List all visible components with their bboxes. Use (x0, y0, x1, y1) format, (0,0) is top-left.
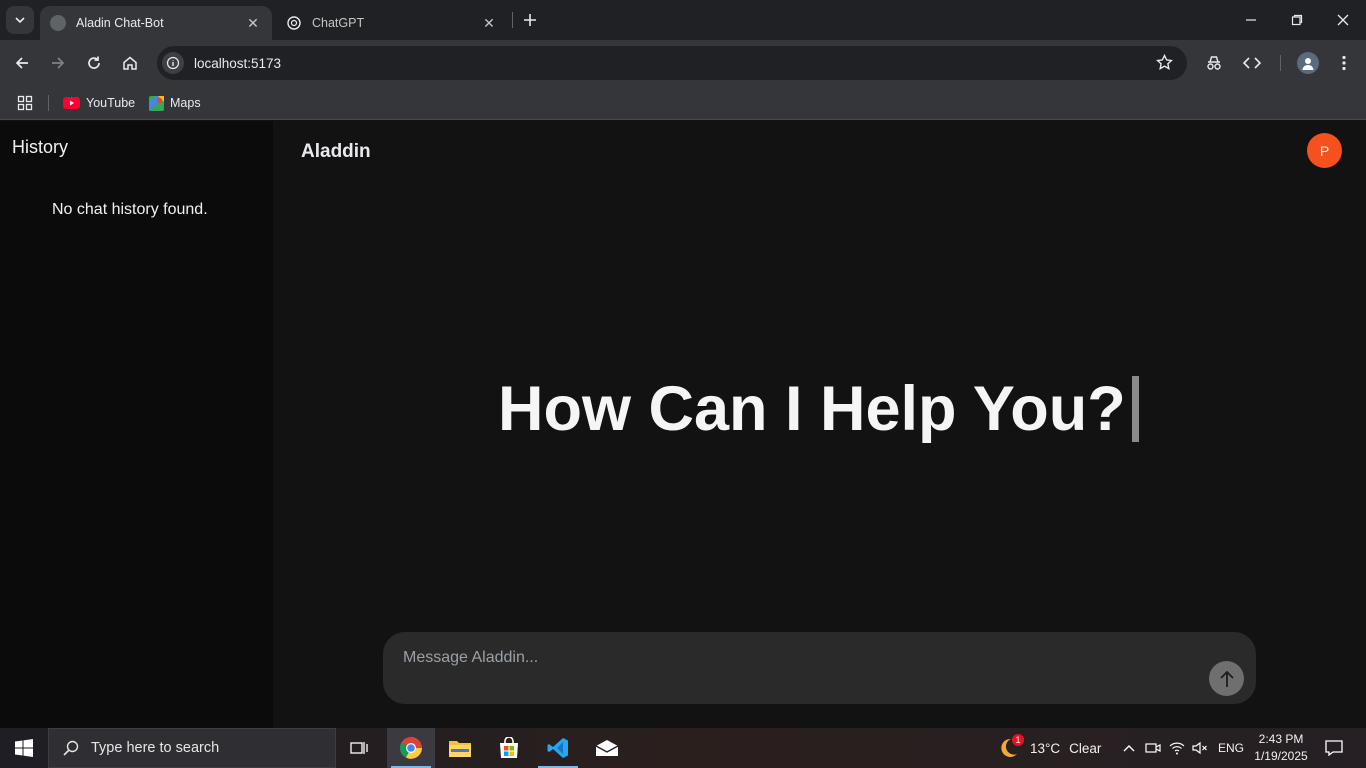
hero-text: How Can I Help You? (498, 374, 1126, 444)
tab-separator (512, 12, 513, 28)
home-button[interactable] (116, 49, 144, 77)
arrow-right-icon (52, 57, 65, 69)
start-button[interactable] (0, 728, 48, 768)
weather-widget[interactable]: 1 13°C Clear (996, 728, 1101, 768)
empty-history-message: No chat history found. (52, 201, 208, 218)
incognito-icon[interactable] (1204, 53, 1224, 73)
reload-button[interactable] (80, 49, 108, 77)
history-sidebar: History No chat history found. (0, 121, 273, 728)
apps-grid-icon[interactable] (17, 93, 33, 113)
taskbar-file-explorer[interactable] (436, 728, 484, 768)
taskbar-search-placeholder: Type here to search (91, 740, 220, 756)
folder-icon (449, 741, 471, 757)
restore-button[interactable] (1274, 0, 1320, 40)
clock-time: 2:43 PM (1258, 732, 1304, 746)
search-icon (63, 740, 79, 756)
wifi-icon[interactable] (1167, 728, 1187, 768)
language-indicator[interactable]: ENG (1214, 728, 1248, 768)
meet-now-icon[interactable] (1143, 728, 1163, 768)
tab-title: ChatGPT (312, 16, 365, 30)
plus-icon (524, 14, 536, 26)
windows-logo-icon (15, 739, 33, 757)
taskbar-search[interactable]: Type here to search (48, 728, 336, 768)
close-tab-icon[interactable]: ✕ (244, 14, 262, 32)
language-text: ENG (1217, 741, 1244, 755)
home-icon (123, 56, 137, 70)
browser-toolbar: localhost:5173 (0, 40, 1366, 86)
browser-tabstrip: Aladin Chat-Bot ✕ ChatGPT ✕ (0, 0, 1366, 40)
profile-avatar-icon[interactable] (1297, 52, 1319, 74)
moon-weather-icon: 1 (996, 734, 1024, 760)
forward-button[interactable] (44, 49, 72, 77)
back-button[interactable] (8, 49, 36, 77)
restore-icon (1291, 14, 1303, 26)
chatgpt-favicon-icon (286, 15, 302, 31)
tab-title: Aladin Chat-Bot (76, 16, 164, 30)
taskbar-store[interactable] (485, 728, 533, 768)
weather-temp: 13°C (1030, 740, 1061, 756)
chat-main: Aladdin P How Can I Help You? (273, 121, 1366, 728)
bookmark-label: YouTube (86, 96, 136, 110)
close-window-button[interactable] (1320, 0, 1366, 40)
message-input[interactable] (403, 646, 1183, 670)
tab-aladin-chatbot[interactable]: Aladin Chat-Bot ✕ (40, 6, 272, 40)
typing-caret (1131, 376, 1139, 442)
clock-date: 1/19/2025 (1254, 749, 1308, 763)
bookmark-label: Maps (170, 96, 201, 110)
windows-taskbar: Type here to search 1 13°C Clear ENG 2:4… (0, 728, 1366, 768)
taskbar-clock[interactable]: 2:43 PM 1/19/2025 (1250, 731, 1312, 765)
bookmarks-bar: YouTube Maps (0, 86, 1366, 120)
user-avatar[interactable]: P (1307, 133, 1342, 168)
kebab-menu-icon[interactable] (1334, 53, 1354, 73)
show-hidden-icons-button[interactable] (1119, 728, 1139, 768)
address-bar[interactable]: localhost:5173 (157, 46, 1187, 80)
chevron-up-icon (1123, 745, 1135, 752)
notifications-button[interactable] (1320, 728, 1348, 768)
avatar-initial: P (1319, 142, 1330, 159)
bookmark-youtube[interactable]: YouTube (63, 93, 135, 113)
chevron-down-icon (15, 17, 25, 24)
chat-app: History No chat history found. Aladdin P… (0, 121, 1366, 728)
task-view-icon (350, 742, 368, 754)
taskbar-mail[interactable] (583, 728, 631, 768)
maps-icon (149, 95, 164, 111)
store-icon (500, 737, 518, 758)
weather-badge: 1 (1012, 734, 1024, 746)
chrome-icon (400, 737, 422, 759)
bookmarks-divider (48, 95, 49, 111)
close-icon (1337, 14, 1349, 26)
url-text: localhost:5173 (194, 55, 282, 71)
taskbar-vscode[interactable] (534, 728, 582, 768)
bookmark-star-icon[interactable] (1156, 54, 1173, 71)
tab-favicon-icon (50, 15, 66, 31)
minimize-button[interactable] (1228, 0, 1274, 40)
tab-search-button[interactable] (6, 6, 34, 34)
send-button[interactable] (1209, 661, 1244, 696)
notification-icon (1325, 740, 1343, 756)
close-tab-icon[interactable]: ✕ (480, 14, 498, 32)
mail-icon (595, 740, 619, 756)
vscode-icon (547, 738, 568, 758)
toolbar-divider (1280, 55, 1281, 71)
weather-condition: Clear (1069, 740, 1102, 756)
arrow-up-icon (1219, 670, 1234, 687)
youtube-icon (63, 97, 80, 109)
app-brand-title: Aladdin (301, 141, 371, 162)
speaker-muted-icon[interactable] (1190, 728, 1210, 768)
code-icon[interactable] (1242, 53, 1262, 73)
taskbar-chrome[interactable] (387, 728, 435, 768)
tab-chatgpt[interactable]: ChatGPT ✕ (276, 6, 508, 40)
site-info-icon[interactable] (162, 52, 184, 74)
bookmark-maps[interactable]: Maps (149, 93, 201, 113)
arrow-left-icon (15, 57, 28, 69)
hero-heading: How Can I Help You? (498, 373, 1139, 445)
task-view-button[interactable] (336, 728, 384, 768)
history-heading: History (12, 137, 69, 157)
reload-icon (88, 56, 100, 69)
new-tab-button[interactable] (520, 10, 540, 30)
message-composer (383, 632, 1256, 704)
minimize-icon (1246, 19, 1256, 21)
